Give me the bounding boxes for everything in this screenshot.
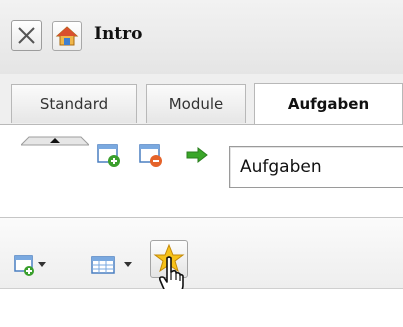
chevron-down-icon[interactable] <box>38 262 46 268</box>
arrow-right-icon[interactable] <box>186 146 208 164</box>
close-button[interactable] <box>11 20 42 51</box>
home-icon <box>55 26 79 46</box>
window-add-icon[interactable] <box>97 144 121 168</box>
secondary-toolbar <box>0 218 403 289</box>
window-title: Intro <box>94 24 143 44</box>
tab-label: Aufgaben <box>287 95 370 113</box>
tab-module[interactable]: Module <box>146 84 246 123</box>
tab-aufgaben[interactable]: Aufgaben <box>254 83 403 124</box>
tab-standard[interactable]: Standard <box>11 84 137 123</box>
view-dropdown-icon[interactable] <box>91 256 115 274</box>
new-window-dropdown-icon[interactable] <box>14 255 36 277</box>
chevron-down-icon[interactable] <box>124 262 132 268</box>
tab-label: Standard <box>39 95 109 113</box>
window-remove-icon[interactable] <box>139 144 163 168</box>
tab-bar: Standard Module Aufgaben <box>0 74 403 125</box>
title-bar: Intro <box>0 0 403 75</box>
content-area <box>0 289 403 327</box>
close-icon <box>18 27 35 44</box>
home-button[interactable] <box>52 21 82 51</box>
collapse-handle-icon[interactable] <box>21 136 89 146</box>
task-select[interactable]: Aufgaben <box>229 146 403 188</box>
task-select-value: Aufgaben <box>240 157 322 177</box>
tab-label: Module <box>168 95 224 113</box>
